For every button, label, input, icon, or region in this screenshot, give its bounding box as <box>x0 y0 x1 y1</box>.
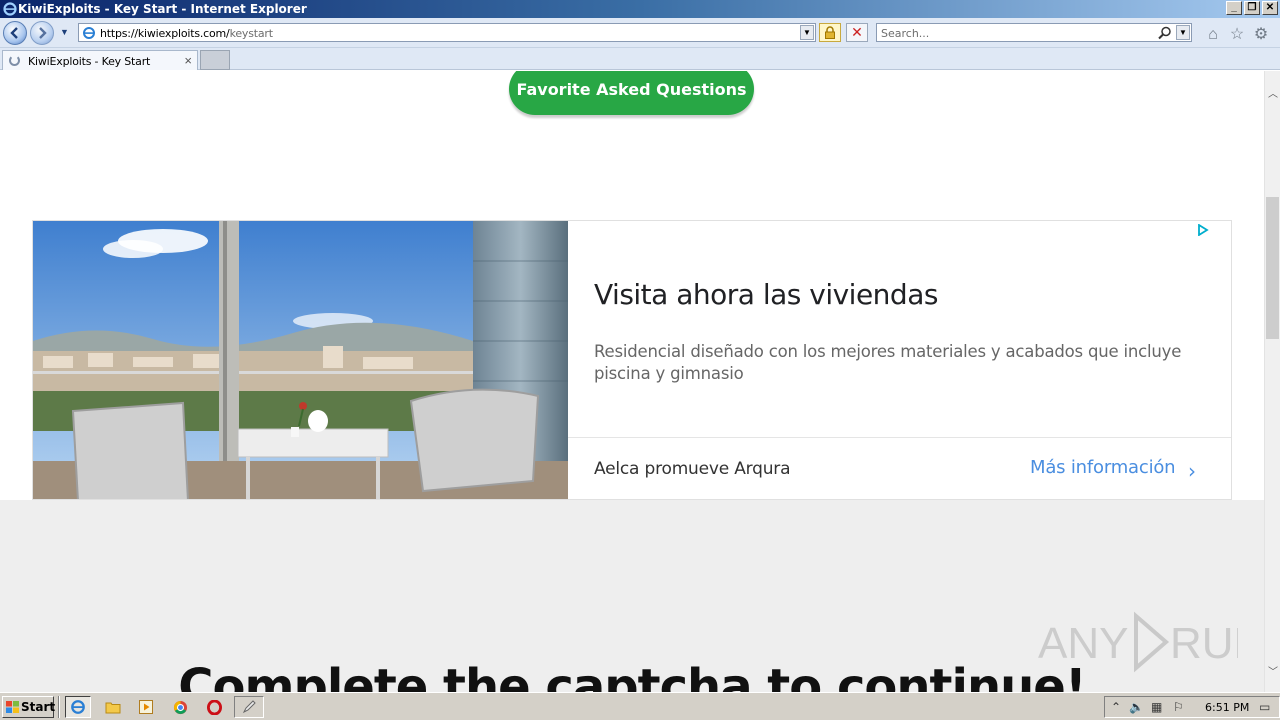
loading-spinner-icon <box>9 55 20 66</box>
address-bar[interactable]: https://kiwiexploits.com/keystart ▼ <box>78 23 816 42</box>
taskbar-opera-button[interactable] <box>201 696 227 718</box>
taskbar-chrome-button[interactable] <box>167 696 193 718</box>
back-button[interactable] <box>3 21 27 45</box>
ad-more-info-link[interactable]: Más información <box>1030 457 1176 478</box>
minimize-button[interactable]: _ <box>1226 1 1242 15</box>
url-host: https://kiwiexploits.com/ <box>100 27 230 40</box>
ad-banner[interactable]: Visita ahora las viviendas Residencial d… <box>32 220 1232 500</box>
window-controls: _ ❐ ✕ <box>1226 1 1278 15</box>
ie-app-icon <box>3 2 17 16</box>
action-center-flag-icon[interactable]: ⚐ <box>1173 700 1184 714</box>
search-dropdown-icon[interactable]: ▼ <box>1176 25 1190 40</box>
svg-text:ANY: ANY <box>1038 619 1128 668</box>
faq-button[interactable]: Favorite Asked Questions <box>509 71 754 115</box>
vertical-scrollbar[interactable]: ︿ ﹀ <box>1264 71 1280 692</box>
stop-icon: ✕ <box>851 24 863 40</box>
pen-app-icon <box>242 700 256 714</box>
search-box[interactable]: Search... ▼ <box>876 23 1192 42</box>
chrome-icon <box>173 700 187 714</box>
close-window-button[interactable]: ✕ <box>1262 1 1278 15</box>
taskbar-app-button[interactable] <box>234 696 264 718</box>
scrollbar-thumb[interactable] <box>1266 197 1279 339</box>
url-path: keystart <box>229 27 273 40</box>
taskbar: Start ⌃ 🔈 ▦ ⚐ 6:51 PM ▭ <box>0 692 1280 720</box>
ad-description: Residencial diseñado con los mejores mat… <box>594 342 1182 383</box>
ad-choices-icon[interactable] <box>1197 224 1209 236</box>
forward-arrow-icon <box>39 27 47 39</box>
settings-gear-icon[interactable]: ⚙ <box>1252 26 1270 44</box>
navigation-bar: ▼ https://kiwiexploits.com/keystart ▼ ✕ … <box>0 18 1280 48</box>
page-viewport: Favorite Asked Questions Visita ahora la… <box>0 71 1264 692</box>
address-dropdown-icon[interactable]: ▼ <box>800 25 814 40</box>
favorites-star-icon[interactable]: ☆ <box>1228 26 1246 44</box>
show-desktop-icon[interactable]: ▭ <box>1259 700 1270 714</box>
tab-bar: KiwiExploits - Key Start × <box>0 48 1280 70</box>
taskbar-media-button[interactable] <box>133 696 159 718</box>
window-title: KiwiExploits - Key Start - Internet Expl… <box>18 2 307 16</box>
media-player-icon <box>139 700 153 714</box>
new-tab-button[interactable] <box>200 50 230 70</box>
taskbar-clock[interactable]: 6:51 PM <box>1205 701 1249 714</box>
chevron-right-icon[interactable]: › <box>1188 459 1196 483</box>
taskbar-ie-button[interactable] <box>65 696 91 718</box>
scroll-up-icon[interactable]: ︿ <box>1267 85 1279 100</box>
search-icon[interactable] <box>1157 25 1173 41</box>
home-icon[interactable]: ⌂ <box>1204 26 1222 44</box>
folder-icon <box>105 702 121 714</box>
scroll-down-icon[interactable]: ﹀ <box>1267 663 1279 678</box>
toolbar-icons: ⌂ ☆ ⚙ <box>1204 26 1270 44</box>
start-label: Start <box>21 700 56 714</box>
windows-logo-icon <box>6 701 19 713</box>
ad-divider <box>568 437 1231 438</box>
anyrun-watermark-logo: ANY RUN <box>1038 611 1238 673</box>
ie-taskbar-icon <box>71 700 85 714</box>
window-titlebar: KiwiExploits - Key Start - Internet Expl… <box>0 0 1280 18</box>
ad-headline[interactable]: Visita ahora las viviendas <box>594 278 938 311</box>
tray-expand-icon[interactable]: ⌃ <box>1111 700 1121 714</box>
tab-label: KiwiExploits - Key Start <box>28 55 151 68</box>
tab-kiwiexploits[interactable]: KiwiExploits - Key Start × <box>2 50 198 70</box>
history-dropdown-icon[interactable]: ▼ <box>60 27 69 37</box>
network-icon[interactable]: ▦ <box>1151 700 1162 714</box>
security-lock-button[interactable] <box>819 23 841 42</box>
start-button[interactable]: Start <box>2 696 56 718</box>
ad-advertiser: Aelca promueve Arqura <box>594 459 791 479</box>
opera-icon <box>206 699 222 715</box>
tab-close-icon[interactable]: × <box>184 53 192 68</box>
ie-page-icon <box>83 27 95 39</box>
back-arrow-icon <box>10 27 18 39</box>
restore-button[interactable]: ❐ <box>1244 1 1260 15</box>
taskbar-separator <box>58 696 60 718</box>
forward-button[interactable] <box>30 21 54 45</box>
ad-balcony-image[interactable] <box>33 221 568 500</box>
lock-icon <box>825 26 835 39</box>
svg-text:RUN: RUN <box>1170 619 1238 668</box>
system-tray: ⌃ 🔈 ▦ ⚐ 6:51 PM ▭ <box>1104 696 1280 718</box>
stop-button[interactable]: ✕ <box>846 23 868 42</box>
address-url[interactable]: https://kiwiexploits.com/keystart <box>100 27 273 40</box>
search-placeholder: Search... <box>881 27 930 40</box>
volume-icon[interactable]: 🔈 <box>1129 700 1144 714</box>
taskbar-explorer-button[interactable] <box>100 696 126 718</box>
